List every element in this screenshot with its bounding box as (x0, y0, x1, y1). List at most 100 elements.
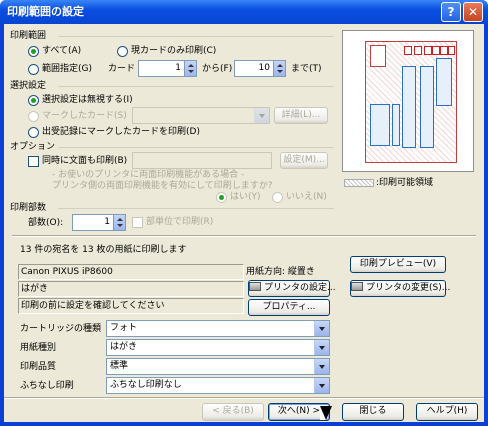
to-input[interactable]: 10 (234, 60, 274, 77)
collate-checkbox[interactable] (132, 217, 143, 228)
chevron-down-icon (314, 359, 329, 374)
radio-ignore-label[interactable]: 選択設定は無視する(I) (42, 94, 133, 106)
borderless-value: ふちなし印刷なし (110, 380, 182, 390)
printable-area-legend: :印刷可能領域 (376, 178, 434, 188)
mouse-cursor-icon (320, 406, 332, 420)
zip-digit-box (414, 46, 422, 55)
marked-cards-select[interactable] (132, 107, 270, 124)
group-divider (58, 36, 334, 37)
copies-title: 印刷部数 (10, 203, 47, 213)
chevron-down-icon (314, 321, 329, 336)
radio-marked-label[interactable]: マークしたカード(S) (42, 110, 127, 122)
summary-text: 13 件の宛名を 13 枚の用紙に印刷します (20, 245, 187, 255)
radio-duplex-yes-label[interactable]: はい(Y) (230, 191, 261, 203)
paper-type-select[interactable]: はがき (106, 339, 330, 356)
address-block (420, 66, 434, 148)
paper-size: はがき (18, 281, 244, 297)
duplex-checkbox[interactable] (28, 156, 39, 167)
group-divider (58, 147, 334, 148)
zip-digit-box (440, 46, 448, 55)
print-range-title: 印刷範囲 (10, 31, 47, 41)
chevron-down-icon (314, 378, 329, 393)
cartridge-value: フォト (110, 323, 138, 333)
back-button[interactable]: < 戻る(B) (202, 403, 264, 421)
radio-range[interactable] (28, 64, 39, 75)
dialog-window: 印刷範囲の設定 ? ✕ 印刷範囲 すべて(A) 現カードのみ印刷(C) 範囲指定… (0, 0, 488, 426)
change-printer-button[interactable]: プリンタの変更(S)... (350, 280, 450, 297)
copies-spinner[interactable] (114, 214, 126, 231)
dialog-client: 印刷範囲 すべて(A) 現カードのみ印刷(C) 範囲指定(G) カード 1 から… (4, 24, 484, 422)
details-button[interactable]: 詳細(L)... (274, 107, 328, 124)
duplex-settings-button[interactable]: 設定(M)... (280, 152, 328, 169)
from-input[interactable]: 1 (138, 60, 185, 77)
radio-marked-cards[interactable] (28, 111, 39, 122)
to-label: まで(T) (291, 64, 322, 74)
name-block (436, 58, 452, 106)
duplex-template-field[interactable] (132, 152, 272, 169)
quality-value: 標準 (110, 361, 129, 371)
print-preview-button[interactable]: 印刷プレビュー(V) (350, 256, 446, 273)
cartridge-select[interactable]: フォト (106, 320, 330, 337)
chevron-down-icon (254, 108, 269, 123)
printer-settings-label: プリンタの設定... (264, 283, 336, 293)
printer-icon (249, 282, 261, 291)
radio-duplex-no[interactable] (272, 192, 283, 203)
properties-button[interactable]: プロパティ... (248, 299, 330, 316)
stamp-box (370, 45, 386, 67)
radio-current-only[interactable] (117, 46, 128, 57)
radio-history-label[interactable]: 出受記録にマークしたカードを印刷(D) (42, 126, 200, 138)
collate-checkbox-label[interactable]: 部単位で印刷(R) (146, 216, 213, 228)
section-divider (12, 235, 476, 237)
printer-name: Canon PIXUS iP8600 (18, 264, 244, 280)
quality-label: 印刷品質 (20, 362, 57, 372)
paper-type-label: 用紙種別 (20, 343, 57, 353)
radio-ignore-selection[interactable] (28, 95, 39, 106)
selection-title: 選択設定 (10, 81, 47, 91)
from-label: から(F) (202, 64, 233, 74)
postcard-preview (365, 41, 457, 163)
sender-block (392, 104, 400, 146)
printer-icon (351, 282, 363, 291)
address-block (402, 66, 416, 148)
copies-input[interactable]: 1 (72, 214, 114, 231)
quality-select[interactable]: 標準 (106, 358, 330, 375)
group-divider (58, 208, 334, 209)
radio-all[interactable] (28, 46, 39, 57)
cartridge-label: カートリッジの種類 (20, 324, 102, 334)
borderless-select[interactable]: ふちなし印刷なし (106, 377, 330, 394)
radio-all-label[interactable]: すべて(A) (42, 45, 81, 57)
orientation-text: 用紙方向: 縦置き (246, 267, 315, 277)
sender-block (370, 104, 390, 146)
paper-type-value: はがき (110, 342, 138, 352)
window-title: 印刷範囲の設定 (7, 5, 84, 18)
printer-settings-button[interactable]: プリンタの設定... (248, 280, 336, 297)
from-spinner[interactable] (185, 60, 197, 77)
printable-area-swatch (344, 179, 374, 187)
print-preview-thumbnail (342, 30, 474, 172)
radio-duplex-yes[interactable] (216, 192, 227, 203)
chevron-down-icon (314, 340, 329, 355)
copies-label: 部数(O): (28, 218, 64, 228)
options-title: オプション (10, 142, 56, 152)
close-icon[interactable]: ✕ (463, 2, 483, 22)
footer-divider (4, 397, 484, 399)
radio-current-only-label[interactable]: 現カードのみ印刷(C) (131, 45, 216, 57)
zip-digit-box (432, 46, 440, 55)
borderless-label: ふちなし印刷 (20, 381, 74, 391)
duplex-checkbox-label[interactable]: 同時に文面も印刷(B) (42, 155, 127, 167)
close-button[interactable]: 閉じる (342, 403, 404, 421)
zip-digit-box (424, 46, 432, 55)
radio-range-label[interactable]: 範囲指定(G) (42, 63, 92, 75)
zip-digit-box (404, 46, 412, 55)
change-printer-label: プリンタの変更(S)... (366, 283, 451, 293)
group-divider (58, 86, 334, 87)
title-bar[interactable]: 印刷範囲の設定 (0, 0, 488, 24)
confirm-message: 印刷の前に設定を確認してください (18, 298, 244, 314)
radio-history[interactable] (28, 127, 39, 138)
radio-duplex-no-label[interactable]: いいえ(N) (286, 191, 327, 203)
zip-digit-box (448, 46, 455, 55)
to-spinner[interactable] (274, 60, 286, 77)
help-button[interactable]: ヘルプ(H) (416, 403, 478, 421)
help-title-button[interactable]: ? (441, 2, 461, 22)
card-label: カード (108, 64, 136, 74)
